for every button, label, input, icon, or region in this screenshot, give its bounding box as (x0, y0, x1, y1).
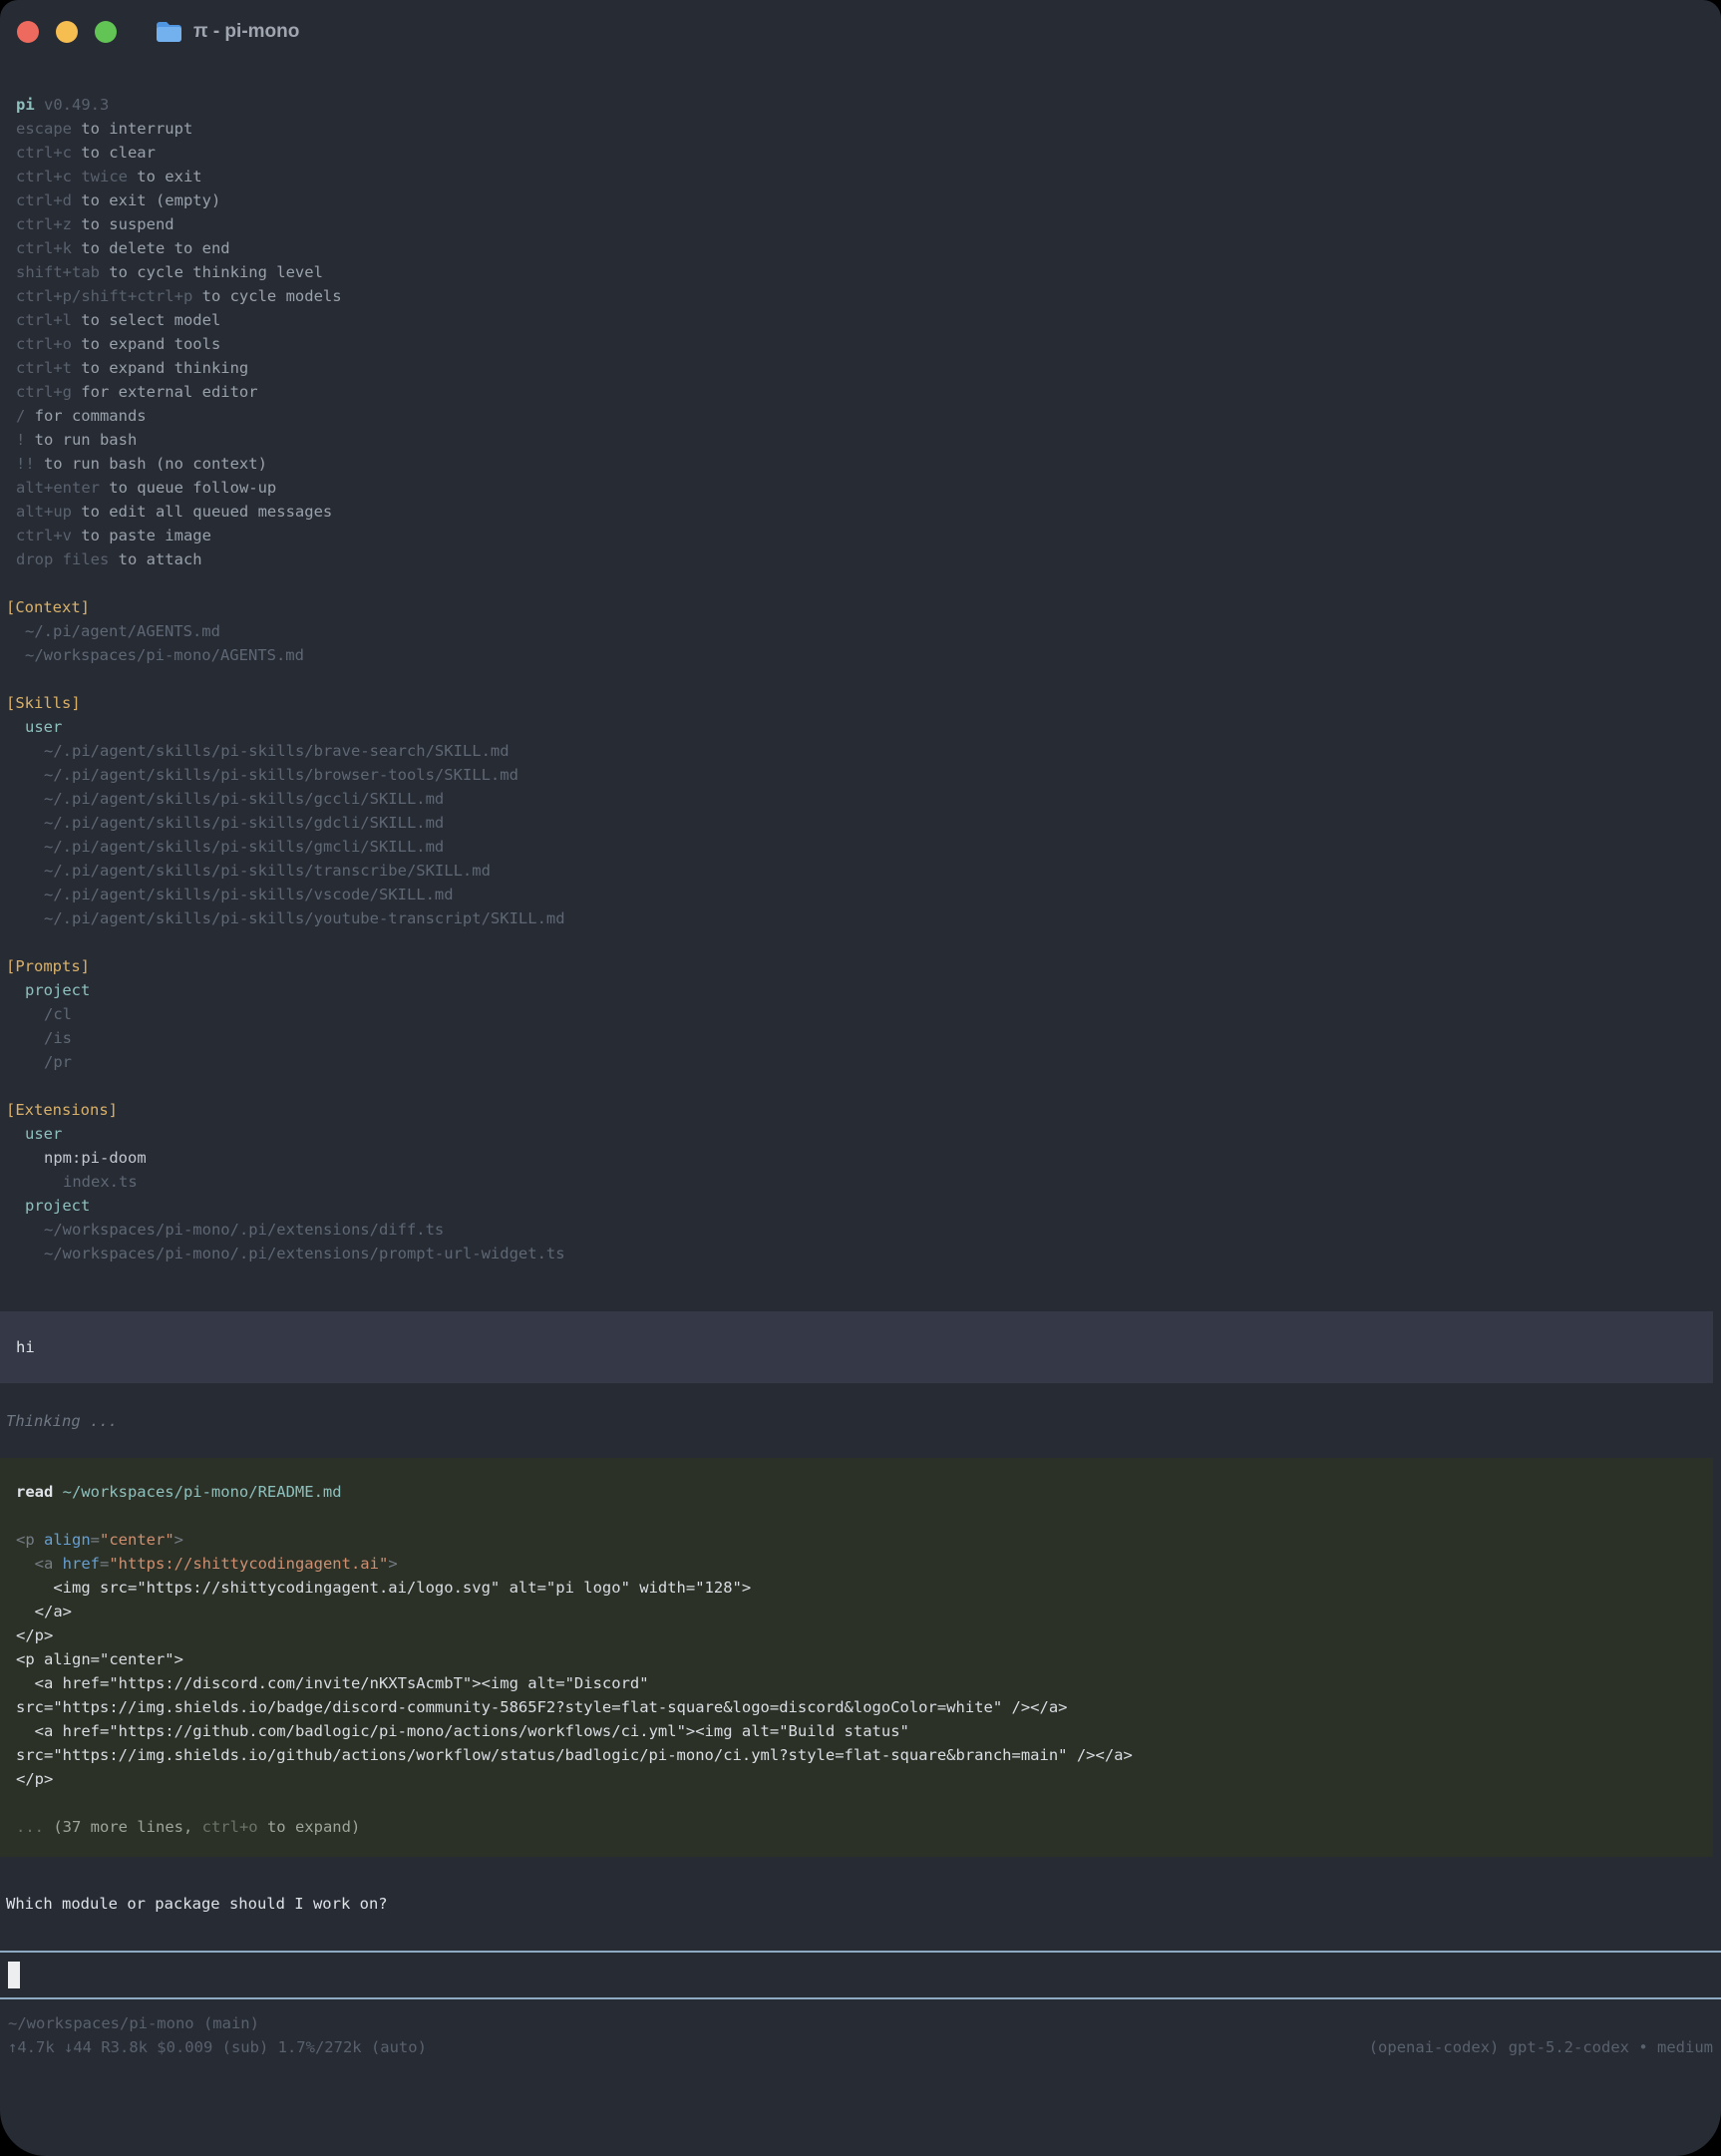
status-bar: ~/workspaces/pi-mono (main) ↑4.7k ↓44 R3… (6, 2011, 1713, 2059)
code-line: <img src="https://shittycodingagent.ai/l… (16, 1576, 1697, 1600)
prompts-item: project (6, 978, 1713, 1002)
prompts-item: /pr (6, 1050, 1713, 1074)
tool-arg-path: ~/workspaces/pi-mono/README.md (63, 1483, 342, 1501)
extensions-header: [Extensions] (6, 1098, 1713, 1122)
skills-section: [Skills] user~/.pi/agent/skills/pi-skill… (6, 691, 1713, 930)
maximize-button[interactable] (95, 21, 117, 43)
extensions-item: user (6, 1122, 1713, 1146)
status-token-stats: ↑4.7k ↓44 R3.8k $0.009 (sub) 1.7%/272k (… (8, 2035, 427, 2059)
help-item: ctrl+c twiceto exit (6, 165, 1713, 188)
tool-output-code: <p align="center"> <a href="https://shit… (16, 1528, 1697, 1791)
help-item: ctrl+tto expand thinking (6, 356, 1713, 380)
folder-icon (156, 21, 182, 43)
code-line: <p align="center"> (16, 1528, 1697, 1552)
skills-header: [Skills] (6, 691, 1713, 715)
help-item: !to run bash (6, 428, 1713, 452)
help-item: drop filesto attach (6, 547, 1713, 571)
terminal-window: π - pi-mono pi v0.49.3 escapeto interrup… (0, 0, 1721, 2156)
help-list: escapeto interrupt ctrl+cto clear ctrl+c… (6, 117, 1713, 571)
help-item: ctrl+dto exit (empty) (6, 188, 1713, 212)
extensions-section: [Extensions] usernpm:pi-doomindex.tsproj… (6, 1098, 1713, 1265)
code-line: </p> (16, 1767, 1697, 1791)
skills-item: ~/.pi/agent/skills/pi-skills/gmcli/SKILL… (6, 835, 1713, 859)
code-line: </p> (16, 1623, 1697, 1647)
help-item: !!to run bash (no context) (6, 452, 1713, 476)
status-cwd: ~/workspaces/pi-mono (main) (8, 2011, 1713, 2035)
app-version: v0.49.3 (44, 96, 109, 114)
minimize-button[interactable] (56, 21, 78, 43)
skills-item: ~/.pi/agent/skills/pi-skills/browser-too… (6, 763, 1713, 787)
extensions-item: project (6, 1194, 1713, 1218)
prompts-header: [Prompts] (6, 954, 1713, 978)
window-title: π - pi-mono (193, 21, 299, 43)
prompts-item: /is (6, 1026, 1713, 1050)
help-item: ctrl+vto paste image (6, 524, 1713, 547)
code-line: <a href="https://shittycodingagent.ai"> (16, 1552, 1697, 1576)
extensions-item: npm:pi-doom (6, 1146, 1713, 1170)
help-item: alt+upto edit all queued messages (6, 500, 1713, 524)
extensions-item: ~/workspaces/pi-mono/.pi/extensions/prom… (6, 1242, 1713, 1265)
close-button[interactable] (17, 21, 39, 43)
help-item: ctrl+oto expand tools (6, 332, 1713, 356)
skills-item: user (6, 715, 1713, 739)
prompts-item: /cl (6, 1002, 1713, 1026)
code-line: <p align="center"> (16, 1647, 1697, 1671)
tool-call-header: read ~/workspaces/pi-mono/README.md (16, 1480, 1697, 1504)
skills-item: ~/.pi/agent/skills/pi-skills/brave-searc… (6, 739, 1713, 763)
app-name: pi (16, 96, 35, 114)
user-message: hi (0, 1311, 1713, 1383)
extensions-item: ~/workspaces/pi-mono/.pi/extensions/diff… (6, 1218, 1713, 1242)
text-cursor (8, 1962, 20, 1988)
context-item: ~/workspaces/pi-mono/AGENTS.md (6, 643, 1713, 667)
skills-item: ~/.pi/agent/skills/pi-skills/gdcli/SKILL… (6, 811, 1713, 835)
status-model: (openai-codex) gpt-5.2-codex • medium (1369, 2035, 1713, 2059)
user-message-text: hi (16, 1335, 1697, 1359)
code-line: </a> (16, 1600, 1697, 1623)
extensions-item: index.ts (6, 1170, 1713, 1194)
code-line: <a href="https://github.com/badlogic/pi-… (16, 1719, 1697, 1743)
help-item: ctrl+zto suspend (6, 212, 1713, 236)
assistant-message: Which module or package should I work on… (6, 1892, 1713, 1916)
skills-list: user~/.pi/agent/skills/pi-skills/brave-s… (6, 715, 1713, 930)
extensions-list: usernpm:pi-doomindex.tsproject~/workspac… (6, 1122, 1713, 1265)
help-item: ctrl+gfor external editor (6, 380, 1713, 404)
help-item: ctrl+lto select model (6, 308, 1713, 332)
tool-name: read (16, 1483, 53, 1501)
terminal-content: pi v0.49.3 escapeto interrupt ctrl+cto c… (0, 64, 1721, 2059)
help-item: alt+enterto queue follow-up (6, 476, 1713, 500)
prompts-list: project/cl/is/pr (6, 978, 1713, 1074)
thinking-indicator: Thinking ... (6, 1409, 1713, 1433)
help-item: escapeto interrupt (6, 117, 1713, 141)
help-item: shift+tabto cycle thinking level (6, 260, 1713, 284)
code-line: src="https://img.shields.io/badge/discor… (16, 1695, 1697, 1719)
truncation-notice: ... (37 more lines, ctrl+o to expand) (16, 1815, 1697, 1839)
skills-item: ~/.pi/agent/skills/pi-skills/vscode/SKIL… (6, 883, 1713, 906)
context-list: ~/.pi/agent/AGENTS.md~/workspaces/pi-mon… (6, 619, 1713, 667)
code-line: src="https://img.shields.io/github/actio… (16, 1743, 1697, 1767)
context-section: [Context] ~/.pi/agent/AGENTS.md~/workspa… (6, 595, 1713, 667)
code-line: <a href="https://discord.com/invite/nKXT… (16, 1671, 1697, 1695)
window-titlebar: π - pi-mono (0, 0, 1721, 64)
context-item: ~/.pi/agent/AGENTS.md (6, 619, 1713, 643)
skills-item: ~/.pi/agent/skills/pi-skills/gccli/SKILL… (6, 787, 1713, 811)
tool-call-block: read ~/workspaces/pi-mono/README.md <p al… (0, 1458, 1713, 1857)
skills-item: ~/.pi/agent/skills/pi-skills/youtube-tra… (6, 906, 1713, 930)
skills-item: ~/.pi/agent/skills/pi-skills/transcribe/… (6, 859, 1713, 883)
help-item: ctrl+kto delete to end (6, 236, 1713, 260)
help-item: ctrl+p/shift+ctrl+pto cycle models (6, 284, 1713, 308)
prompt-input[interactable] (0, 1951, 1721, 1999)
help-item: /for commands (6, 404, 1713, 428)
app-version-line: pi v0.49.3 (6, 93, 1713, 117)
prompts-section: [Prompts] project/cl/is/pr (6, 954, 1713, 1074)
help-item: ctrl+cto clear (6, 141, 1713, 165)
context-header: [Context] (6, 595, 1713, 619)
